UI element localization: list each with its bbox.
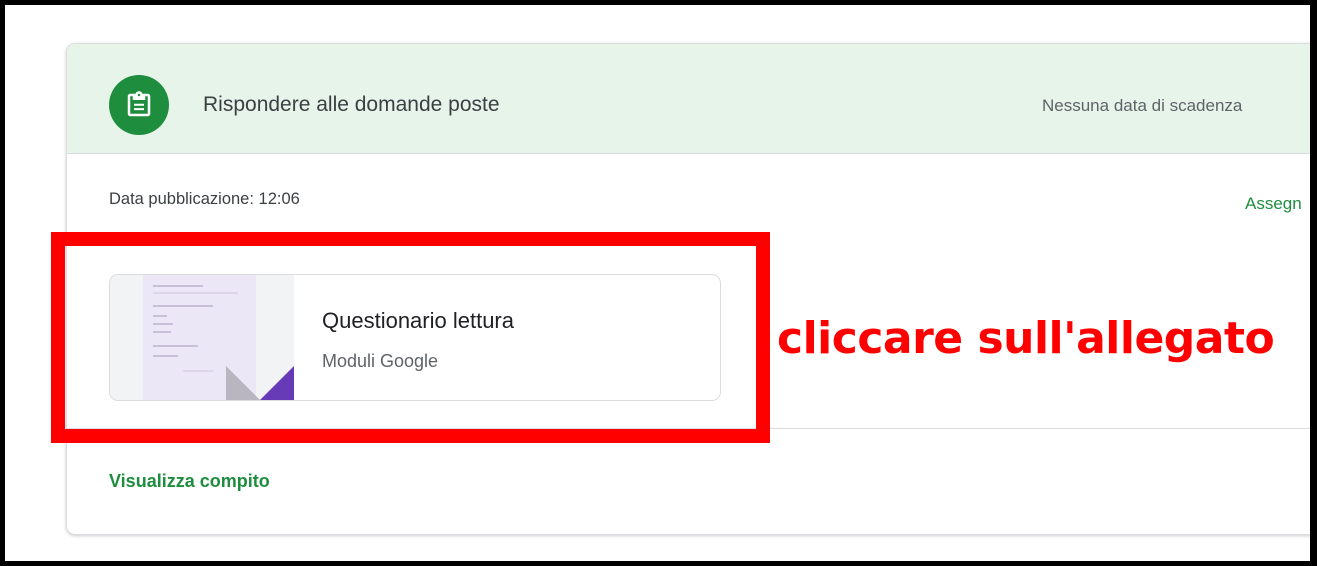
annotation-text: cliccare sull'allegato <box>777 313 1275 364</box>
due-date: Nessuna data di scadenza <box>1042 96 1243 115</box>
screenshot-frame: Rispondere alle domande poste Nessuna da… <box>0 0 1317 566</box>
assignment-header[interactable]: Rispondere alle domande poste Nessuna da… <box>67 44 1310 154</box>
publication-date: Data pubblicazione: 12:06 <box>109 190 300 208</box>
view-assignment-link[interactable]: Visualizza compito <box>109 471 270 492</box>
assignment-icon <box>109 75 169 135</box>
assignment-status: Assegn <box>1245 194 1302 213</box>
assignment-title: Rispondere alle domande poste <box>203 93 500 116</box>
clipboard-icon <box>127 91 151 117</box>
highlight-box <box>51 232 770 443</box>
